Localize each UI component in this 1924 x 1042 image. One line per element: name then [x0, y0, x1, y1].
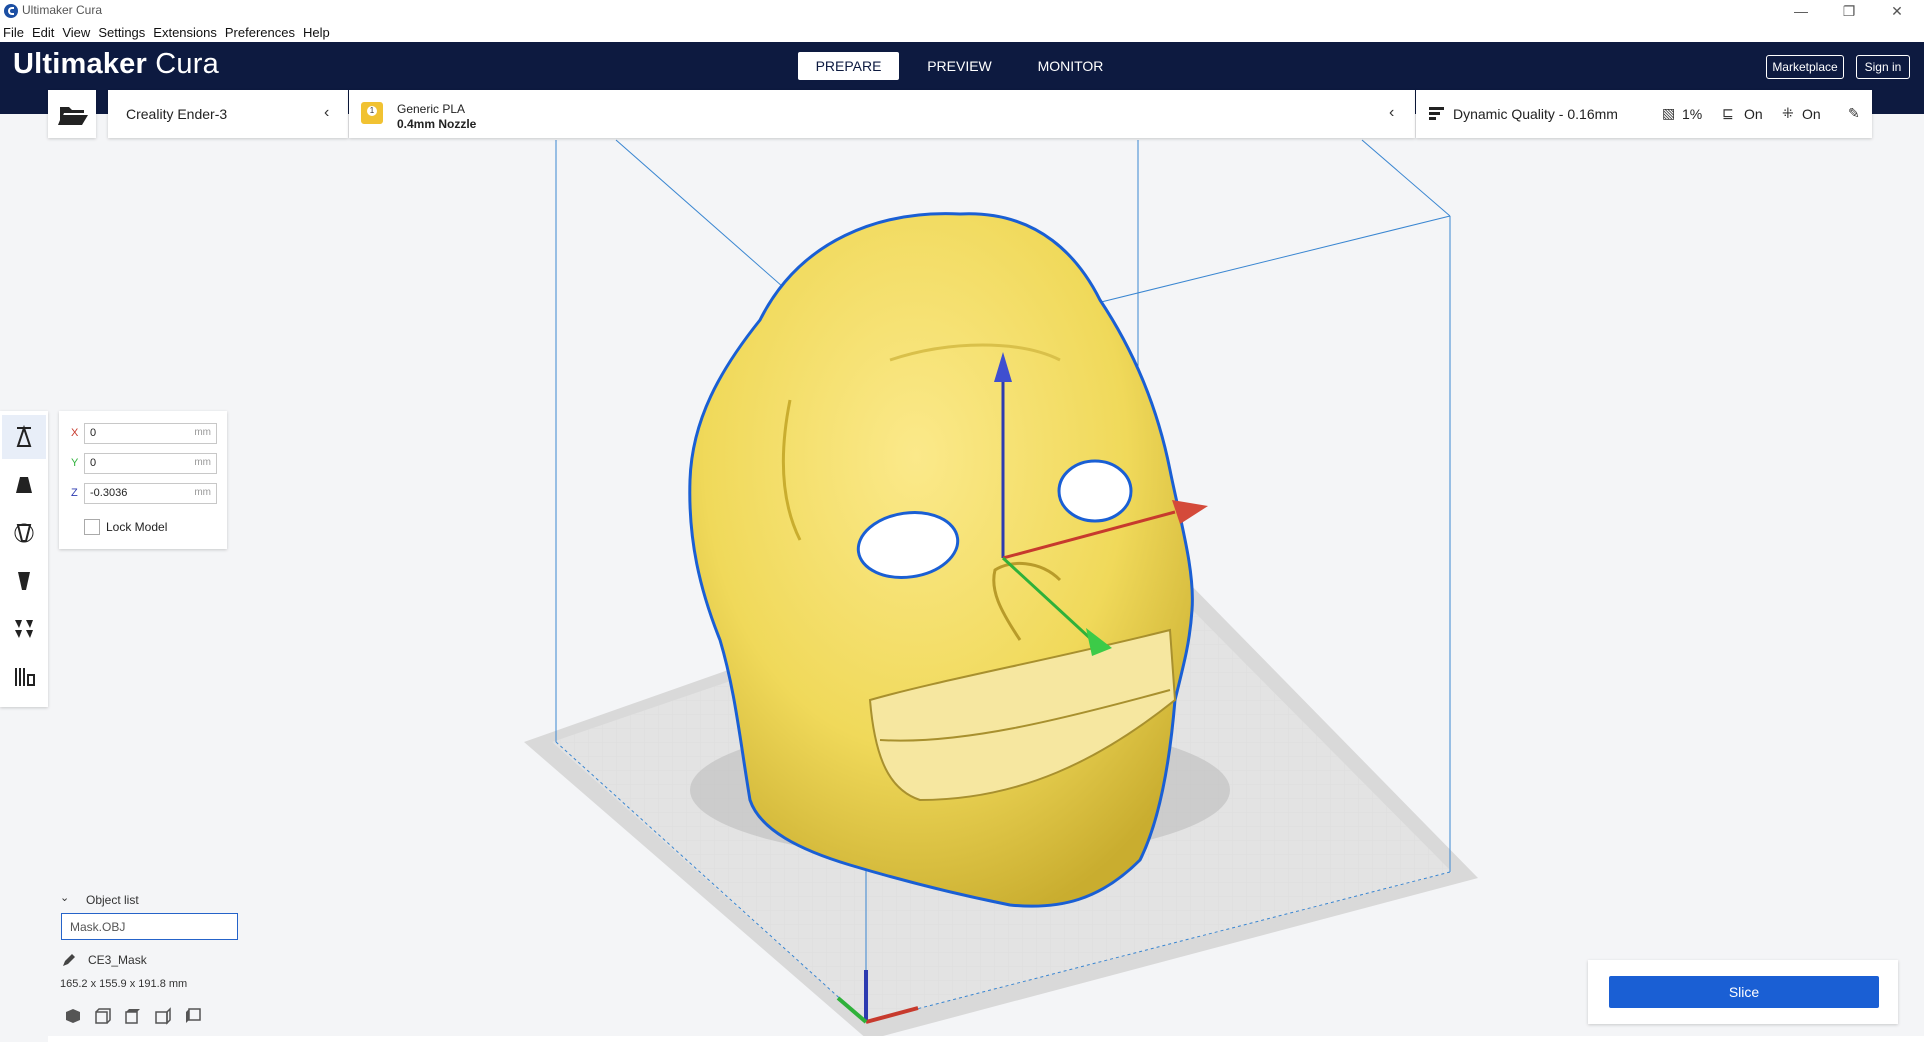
move-tool-button[interactable]	[2, 415, 46, 459]
infill-value: 1%	[1682, 106, 1703, 122]
per-model-settings-icon	[15, 620, 33, 638]
chevron-down-icon: ⌄	[60, 892, 70, 904]
per-model-settings-button[interactable]	[2, 607, 46, 651]
quality-profile: Dynamic Quality - 0.16mm	[1453, 106, 1618, 122]
quality-icon	[1429, 107, 1444, 120]
support-icon: ⊑	[1722, 105, 1734, 121]
mirror-tool-icon	[18, 572, 30, 590]
pencil-icon[interactable]: ✎	[1848, 105, 1860, 122]
scale-tool-button[interactable]	[2, 463, 46, 507]
adhesion-icon: ⁜	[1782, 105, 1794, 121]
view-orientation-controls	[64, 1007, 214, 1025]
material-selector[interactable]: 1 Generic PLA 0.4mm Nozzle ‹	[349, 90, 1415, 138]
printer-name: Creality Ender-3	[126, 106, 228, 122]
object-list-toggle[interactable]: ⌄ Object list	[60, 892, 139, 907]
lock-model-checkbox[interactable]	[84, 519, 100, 535]
infill-icon: ▧	[1662, 105, 1676, 121]
mask-model[interactable]	[688, 212, 1194, 908]
rotate-tool-button[interactable]	[2, 511, 46, 555]
right-view-icon[interactable]	[184, 1007, 202, 1025]
front-view-icon[interactable]	[94, 1007, 112, 1025]
tool-bar	[0, 411, 48, 707]
open-file-button[interactable]	[48, 90, 96, 138]
z-axis-label: Z	[71, 487, 78, 499]
action-panel: Slice	[1588, 960, 1898, 1024]
model-dimensions: 165.2 x 155.9 x 191.8 mm	[60, 978, 188, 990]
move-tool-icon	[16, 425, 32, 447]
print-settings-selector[interactable]: Dynamic Quality - 0.16mm ▧ 1% ⊑ On ⁜ On …	[1416, 90, 1872, 138]
object-list-item[interactable]: Mask.OBJ	[61, 913, 238, 940]
3d-view-icon[interactable]	[64, 1007, 82, 1025]
move-tool-panel: X 0 mm Y 0 mm Z -0.3036 mm Lock Model	[59, 411, 227, 549]
support-blocker-button[interactable]	[2, 655, 46, 699]
mask-right-eye	[1057, 459, 1133, 523]
extruder-badge: 1	[361, 102, 383, 124]
x-position-field[interactable]: 0 mm	[84, 423, 217, 444]
job-name[interactable]: CE3_Mask	[88, 953, 147, 967]
z-position-field[interactable]: -0.3036 mm	[84, 483, 217, 504]
material-name: Generic PLA	[397, 102, 466, 116]
x-axis-label: X	[71, 427, 79, 439]
mirror-tool-button[interactable]	[2, 559, 46, 603]
viewport-3d[interactable]	[0, 0, 1924, 1042]
support-value: On	[1744, 106, 1763, 122]
folder-open-icon	[58, 107, 88, 125]
chevron-left-icon: ‹	[324, 104, 330, 121]
support-blocker-icon	[15, 668, 35, 686]
left-view-icon[interactable]	[154, 1007, 172, 1025]
nozzle-size: 0.4mm Nozzle	[397, 117, 477, 131]
rotate-tool-icon	[14, 523, 34, 543]
top-view-icon[interactable]	[124, 1007, 142, 1025]
printer-selector[interactable]: Creality Ender-3 ‹	[108, 90, 348, 138]
adhesion-value: On	[1802, 106, 1821, 122]
chevron-left-icon: ‹	[1389, 104, 1395, 121]
scale-tool-icon	[16, 477, 32, 493]
y-axis-label: Y	[71, 457, 79, 469]
lock-model-label: Lock Model	[106, 520, 168, 534]
pencil-icon[interactable]	[61, 952, 77, 968]
y-position-field[interactable]: 0 mm	[84, 453, 217, 474]
bottom-strip	[48, 1036, 1924, 1042]
slice-button[interactable]: Slice	[1609, 976, 1879, 1008]
